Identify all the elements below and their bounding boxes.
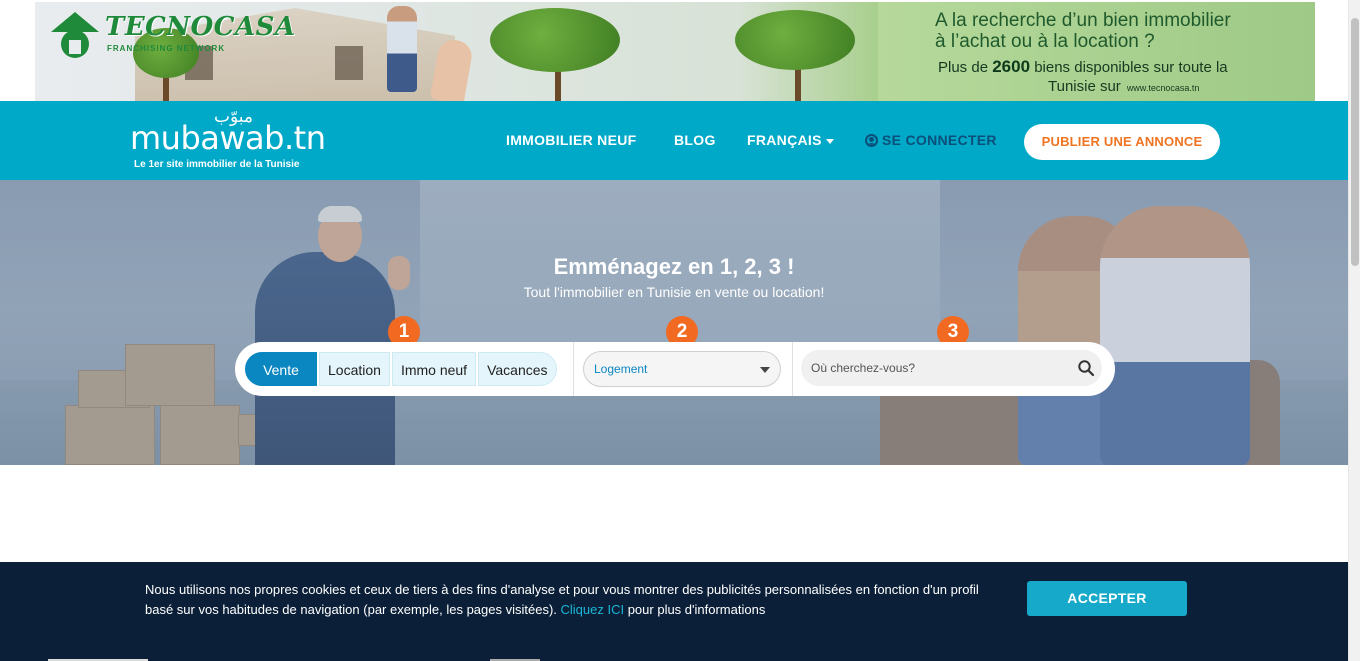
tab-location[interactable]: Location xyxy=(319,352,390,386)
nav-language-dropdown[interactable]: FRANÇAIS xyxy=(747,132,834,148)
hero-title: Emménagez en 1, 2, 3 ! xyxy=(553,254,795,279)
nav-login-label: SE CONNECTER xyxy=(882,132,997,148)
banner-body-number: 2600 xyxy=(992,57,1031,76)
site-header: مبوّب mubawab.tn Le 1er site immobilier … xyxy=(0,101,1348,180)
tab-vacances[interactable]: Vacances xyxy=(478,352,557,386)
transaction-type-tabs: Vente Location Immo neuf Vacances xyxy=(245,352,557,386)
brand-name: mubawab.tn xyxy=(130,119,326,157)
banner-body-suffix: biens disponibles sur toute la xyxy=(1030,59,1228,76)
divider xyxy=(573,342,574,396)
hero-subtitle: Tout l'immobilier en Tunisie en vente ou… xyxy=(523,284,825,300)
property-type-select[interactable]: Logement xyxy=(583,351,781,387)
user-circle-icon xyxy=(865,134,878,147)
nav-immobilier-neuf[interactable]: IMMOBILIER NEUF xyxy=(506,132,637,148)
page: TECNOCASA FRANCHISING NETWORK A la reche… xyxy=(0,0,1360,661)
banner-body-line2: Tunisie sur xyxy=(1048,78,1121,95)
caret-down-icon xyxy=(825,138,834,144)
tecnocasa-logo: TECNOCASA FRANCHISING NETWORK xyxy=(47,8,295,58)
banner-tree xyxy=(490,8,620,72)
banner-body: Plus de 2600 biens disponibles sur toute… xyxy=(938,57,1268,98)
nav-blog[interactable]: BLOG xyxy=(674,132,716,148)
tecnocasa-banner-ad[interactable]: TECNOCASA FRANCHISING NETWORK A la reche… xyxy=(35,2,1315,101)
vertical-scrollbar[interactable] xyxy=(1348,0,1360,661)
nav-login[interactable]: SE CONNECTER xyxy=(865,132,997,148)
hero-section: Emménagez en 1, 2, 3 ! Tout l'immobilier… xyxy=(0,180,1348,465)
banner-headline-line1: A la recherche d’un bien immobilier xyxy=(935,10,1231,31)
banner-couple-image xyxy=(387,6,417,92)
banner-headline: A la recherche d’un bien immobilier à l’… xyxy=(935,10,1231,52)
banner-headline-line2: à l’achat ou à la location ? xyxy=(935,31,1155,52)
tab-immo-neuf[interactable]: Immo neuf xyxy=(391,352,477,386)
chevron-down-icon xyxy=(760,367,770,373)
divider xyxy=(792,342,793,396)
cookie-consent-bar: Nous utilisons nos propres cookies et ce… xyxy=(0,562,1348,661)
property-type-value: Logement xyxy=(594,362,648,376)
tecnocasa-logo-text: TECNOCASA xyxy=(105,12,296,42)
nav-language-label: FRANÇAIS xyxy=(747,132,822,148)
cookie-text: Nous utilisons nos propres cookies et ce… xyxy=(145,580,985,620)
publish-listing-button[interactable]: PUBLIER UNE ANNONCE xyxy=(1024,124,1220,160)
mubawab-logo[interactable]: مبوّب mubawab.tn Le 1er site immobilier … xyxy=(130,107,330,173)
banner-body-prefix: Plus de xyxy=(938,59,993,76)
banner-tree xyxy=(735,10,855,70)
banner-url: www.tecnocasa.tn xyxy=(1126,83,1200,93)
tecnocasa-house-icon xyxy=(51,12,99,58)
search-bar: Vente Location Immo neuf Vacances Logeme… xyxy=(235,342,1115,396)
search-icon[interactable] xyxy=(1077,359,1095,377)
cookie-text-end: pour plus d'informations xyxy=(624,602,766,617)
location-search-input[interactable] xyxy=(801,350,1102,386)
cookie-more-info-link[interactable]: Cliquez ICI xyxy=(561,602,625,617)
banner-house-window xyxy=(335,46,363,80)
tecnocasa-logo-subtitle: FRANCHISING NETWORK xyxy=(107,44,226,53)
tab-vente[interactable]: Vente xyxy=(245,352,317,386)
brand-tagline: Le 1er site immobilier de la Tunisie xyxy=(134,159,300,170)
scrollbar-thumb[interactable] xyxy=(1351,18,1359,266)
accept-cookies-button[interactable]: ACCEPTER xyxy=(1027,581,1187,616)
